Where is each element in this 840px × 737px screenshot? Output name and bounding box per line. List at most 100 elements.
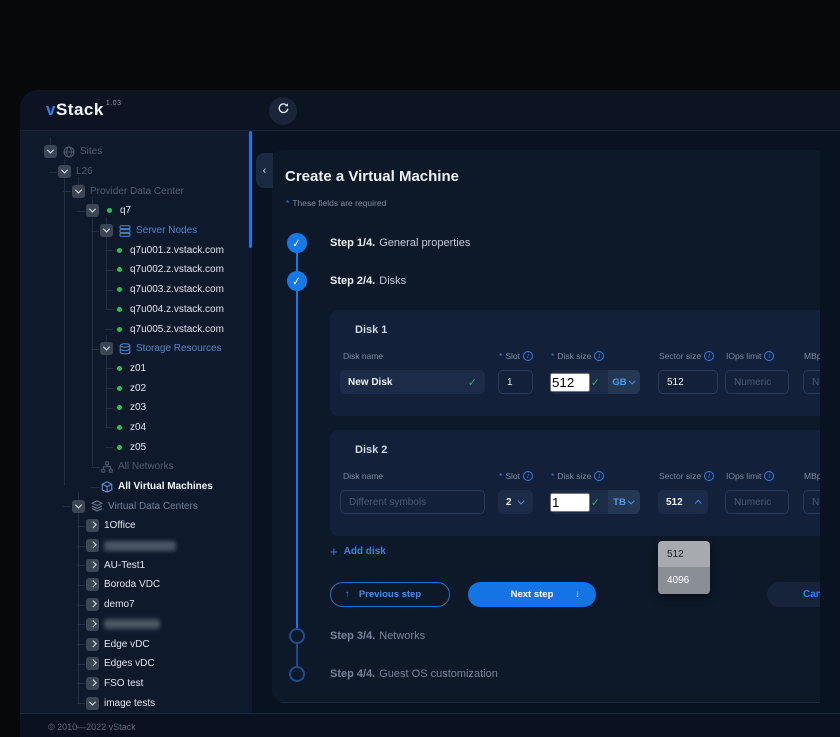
tree-item-label: Sites (80, 146, 102, 157)
tree-item-z04[interactable]: z04 (20, 418, 248, 438)
add-disk-button[interactable]: Add disk (330, 544, 386, 559)
expand-toggle[interactable] (58, 165, 71, 178)
disk-2-slot-select[interactable]: 2 (498, 490, 533, 514)
tree-item-edge-vdc[interactable]: Edge vDC (20, 634, 248, 654)
disk-2-name-input[interactable] (341, 497, 484, 508)
info-icon[interactable]: i (704, 471, 714, 481)
disk-1-mbps-field: MBps limiti (803, 350, 820, 394)
disk-1-size-input[interactable] (550, 373, 590, 392)
sidebar-tree: Sites L26Provider Data Centerq7Server Nod… (20, 142, 248, 713)
tree-item-label: All Virtual Machines (118, 481, 213, 492)
tree-item-all-networks[interactable]: All Networks (20, 457, 248, 477)
tree-item-virtual-data-centers[interactable]: Virtual Data Centers (20, 496, 248, 516)
expand-toggle[interactable] (72, 185, 85, 198)
info-icon[interactable]: i (594, 471, 604, 481)
expand-toggle[interactable] (86, 638, 99, 651)
tree-item-au-test1[interactable]: AU-Test1 (20, 555, 248, 575)
disk-1-iops-input[interactable] (726, 377, 788, 388)
step-2-indicator[interactable]: ✓ (287, 271, 307, 291)
expand-toggle[interactable] (86, 519, 99, 532)
step-4-indicator[interactable] (289, 666, 305, 682)
expand-toggle[interactable] (86, 204, 99, 217)
step-1-label: Step 1/4.General properties (330, 237, 470, 249)
previous-step-button[interactable]: ↑Previous step (330, 582, 450, 607)
disk-1-name-input[interactable] (340, 377, 485, 388)
tree-item-demo7[interactable]: demo7 (20, 595, 248, 615)
tree-item-redacted[interactable] (20, 615, 248, 635)
refresh-button[interactable] (269, 97, 297, 125)
tree-item-boroda-vdc[interactable]: Boroda VDC (20, 575, 248, 595)
valid-check-icon: ✓ (591, 376, 600, 389)
status-dot-icon (117, 386, 122, 391)
tree-item-l26[interactable]: L26 (20, 162, 248, 182)
expand-toggle[interactable] (100, 224, 113, 237)
sector-option-512[interactable]: 512 (658, 541, 710, 567)
info-icon[interactable]: i (523, 351, 533, 361)
expand-toggle[interactable] (86, 598, 99, 611)
disk-2-iops-input[interactable] (726, 497, 788, 508)
expand-toggle[interactable] (86, 618, 99, 631)
layers-icon (90, 500, 103, 513)
chevron-down-icon (518, 497, 525, 504)
info-icon[interactable]: i (704, 351, 714, 361)
step-3-indicator[interactable] (289, 628, 305, 644)
tree-item-server-nodes[interactable]: Server Nodes (20, 221, 248, 241)
tree-item-provider-data-center[interactable]: Provider Data Center (20, 181, 248, 201)
expand-toggle[interactable] (86, 697, 99, 710)
disk-2-mbps-input[interactable] (804, 497, 820, 508)
tree-item-q7u005-z-vstack-com[interactable]: q7u005.z.vstack.com (20, 319, 248, 339)
tree-item-edges-vdc[interactable]: Edges vDC (20, 654, 248, 674)
expand-toggle[interactable] (44, 145, 57, 158)
info-icon[interactable]: i (523, 471, 533, 481)
disk-2-sector-select[interactable]: 512 (658, 490, 708, 514)
tree-item-z03[interactable]: z03 (20, 398, 248, 418)
sector-option-4096[interactable]: 4096 (658, 567, 710, 594)
info-icon[interactable]: i (764, 471, 774, 481)
tree-item-image-tests[interactable]: image tests (20, 693, 248, 713)
tree-item-q7u002-z-vstack-com[interactable]: q7u002.z.vstack.com (20, 260, 248, 280)
expand-toggle[interactable] (86, 539, 99, 552)
disk-1-mbps-input[interactable] (804, 377, 820, 388)
cancel-button[interactable]: Cancel (803, 582, 820, 607)
status-dot-icon (117, 425, 122, 430)
tree-item-label: 1Office (104, 520, 136, 531)
sidebar-collapse-button[interactable] (256, 153, 273, 188)
step-1-indicator[interactable]: ✓ (287, 233, 307, 253)
disk-2-slot-field: *Sloti 2 (498, 470, 535, 514)
expand-toggle[interactable] (72, 500, 85, 513)
disk-1-sector-input[interactable] (659, 377, 717, 388)
tree-item-label: q7u004.z.vstack.com (130, 304, 224, 315)
tree-item-sites[interactable]: Sites (20, 142, 248, 162)
expand-toggle[interactable] (86, 559, 99, 572)
info-icon[interactable]: i (764, 351, 774, 361)
status-dot-icon (117, 366, 122, 371)
next-step-button[interactable]: Next step↓ (468, 582, 596, 607)
tree-item-storage-resources[interactable]: Storage Resources (20, 339, 248, 359)
tree-item-z05[interactable]: z05 (20, 437, 248, 457)
expand-toggle[interactable] (86, 578, 99, 591)
sidebar-tree-panel: Sites L26Provider Data Centerq7Server Nod… (20, 131, 252, 713)
expand-toggle[interactable] (86, 677, 99, 690)
disk-2-size-input[interactable] (550, 493, 590, 512)
expand-toggle[interactable] (86, 657, 99, 670)
tree-item-label: FSO test (104, 678, 143, 689)
tree-item-z01[interactable]: z01 (20, 359, 248, 379)
tree-item-q7[interactable]: q7 (20, 201, 248, 221)
disk-1-slot-input[interactable] (499, 377, 532, 388)
disk-2-size-unit-select[interactable]: TB (608, 490, 640, 514)
disk-1-size-unit-select[interactable]: GB (608, 370, 640, 394)
tree-item-redacted[interactable] (20, 536, 248, 556)
tree-item-label: AU-Test1 (104, 560, 145, 571)
network-icon (100, 460, 113, 473)
sidebar-scrollbar[interactable] (249, 131, 252, 248)
expand-toggle[interactable] (100, 342, 113, 355)
tree-item-q7u001-z-vstack-com[interactable]: q7u001.z.vstack.com (20, 240, 248, 260)
tree-item-q7u003-z-vstack-com[interactable]: q7u003.z.vstack.com (20, 280, 248, 300)
tree-item-all-virtual-machines[interactable]: All Virtual Machines (20, 477, 248, 497)
tree-item-fso-test[interactable]: FSO test (20, 674, 248, 694)
tree-item-q7u004-z-vstack-com[interactable]: q7u004.z.vstack.com (20, 300, 248, 320)
info-icon[interactable]: i (594, 351, 604, 361)
tree-item-1office[interactable]: 1Office (20, 516, 248, 536)
tree-item-z02[interactable]: z02 (20, 378, 248, 398)
copyright-text: © 2010—2022 vStack (48, 722, 136, 732)
